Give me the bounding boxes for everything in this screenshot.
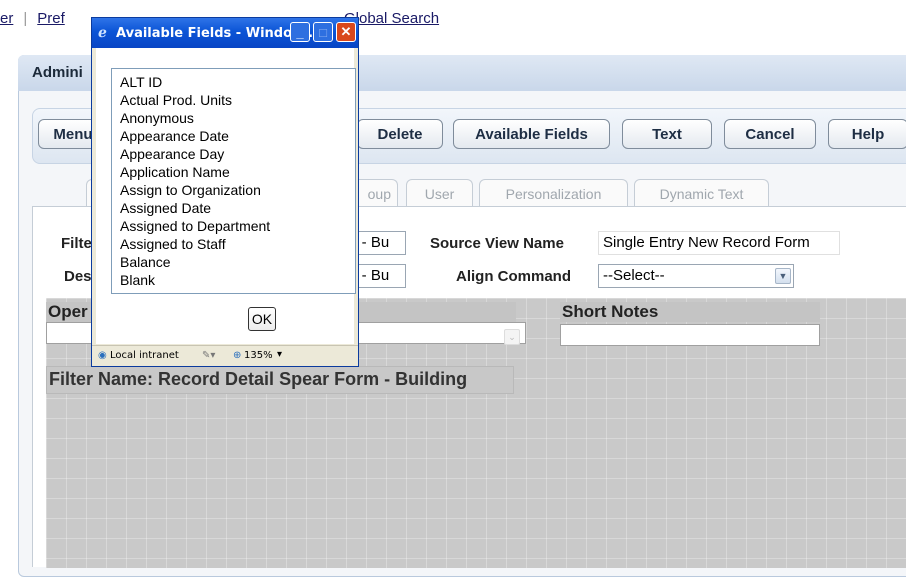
text-button[interactable]: Text [622,119,712,149]
minimize-icon[interactable]: _ [290,22,310,42]
short-notes-input[interactable] [560,324,820,346]
zone-settings-icon[interactable]: ✎▾ [202,350,215,361]
help-button[interactable]: Help [828,119,906,149]
list-item[interactable]: Assigned to Department [120,217,270,235]
tab-user[interactable]: User [406,179,473,207]
short-notes-header: Short Notes [560,302,820,322]
filter-name-banner: Filter Name: Record Detail Spear Form - … [46,366,514,394]
align-command-label: Align Command [456,268,571,285]
chevron-down-icon[interactable]: ▼ [775,268,791,284]
list-item[interactable]: Assigned to Staff [120,235,226,253]
list-item[interactable]: Application Name [120,163,230,181]
align-command-select[interactable]: --Select-- [598,264,794,288]
zoom-level[interactable]: 135% [244,350,273,361]
top-navigation: er | Pref [0,10,65,32]
nav-link-partial[interactable]: er [0,10,13,27]
list-item[interactable]: Blank [120,271,155,289]
operator-chevron-down-icon[interactable]: ⌄ [504,329,520,345]
filter-label: Filte [61,235,92,252]
zoom-chevron-down-icon[interactable]: ▾ [277,349,282,360]
list-item[interactable]: Anonymous [120,109,194,127]
nav-link-preferences[interactable]: Pref [37,10,65,27]
list-item[interactable]: Appearance Day [120,145,224,163]
panel-title: Admini [32,64,83,81]
ok-button[interactable]: OK [248,307,276,331]
description-label: Des [64,268,92,285]
nav-separator: | [23,10,28,27]
available-fields-button[interactable]: Available Fields [453,119,610,149]
align-command-value: --Select-- [603,267,665,284]
window-title: Available Fields - Window... [116,26,319,41]
maximize-icon[interactable]: □ [313,22,333,42]
window-statusbar: ◉ Local intranet ✎▾ ⊕ 135% ▾ [92,345,358,366]
list-item[interactable]: Actual Prod. Units [120,91,232,109]
source-view-field: Single Entry New Record Form [598,231,840,255]
ie-logo-icon: ℯ [98,25,107,41]
cancel-button[interactable]: Cancel [724,119,816,149]
list-item[interactable]: ALT ID [120,73,162,91]
list-item[interactable]: Assign to Organization [120,181,261,199]
source-view-label: Source View Name [430,235,564,252]
security-zone: Local intranet [110,350,179,361]
close-icon[interactable]: ✕ [336,22,356,42]
list-item[interactable]: Appearance Date [120,127,229,145]
globe-icon: ◉ [98,350,107,361]
list-item[interactable]: Assigned Date [120,199,211,217]
list-item[interactable]: Balance [120,253,171,271]
tab-personalization[interactable]: Personalization [479,179,628,207]
delete-button[interactable]: Delete [357,119,443,149]
tab-dynamic-text[interactable]: Dynamic Text [634,179,769,207]
zoom-icon[interactable]: ⊕ [233,350,241,361]
